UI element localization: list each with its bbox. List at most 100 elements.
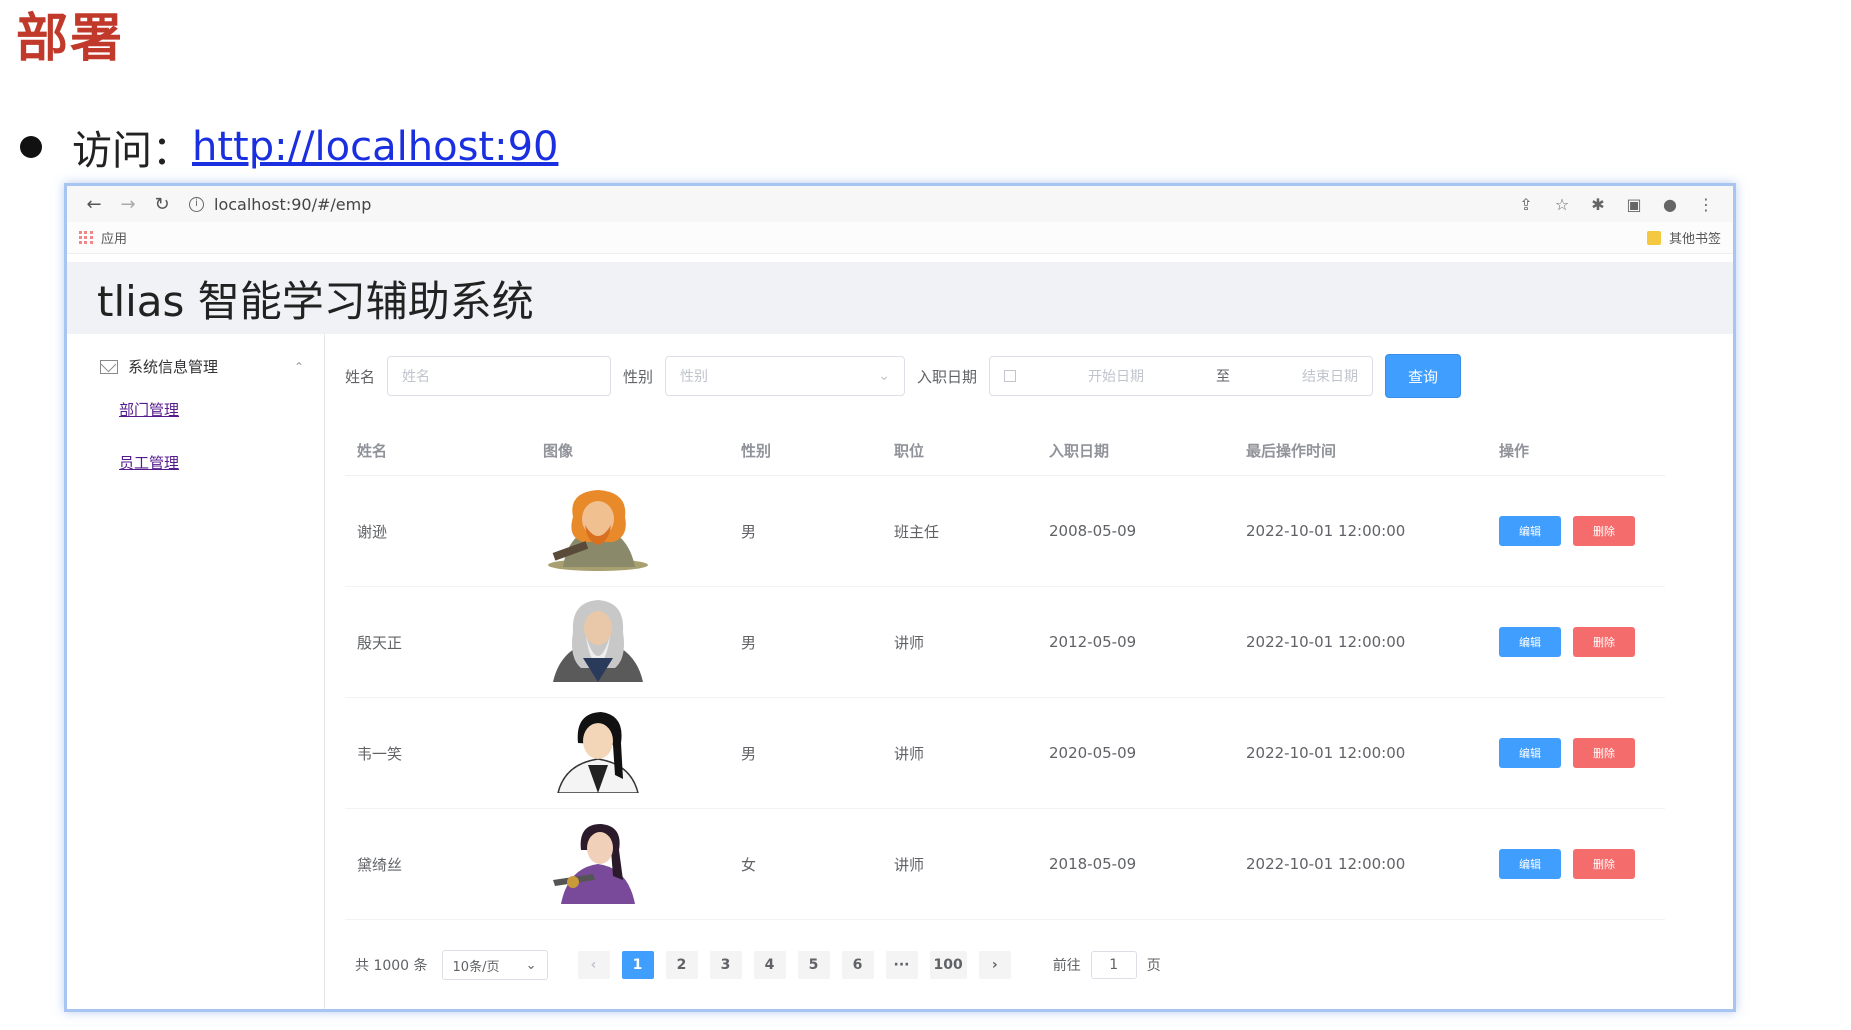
- header-ops: 操作: [1499, 442, 1530, 460]
- other-bookmarks[interactable]: 其他书签: [1646, 228, 1721, 247]
- back-arrow-icon[interactable]: ←: [77, 194, 111, 215]
- cell-gender: 男: [741, 522, 757, 541]
- page-size-value: 10条/页: [452, 959, 500, 975]
- cell-ops: 编辑 删除: [1499, 849, 1665, 879]
- header-job: 职位: [894, 442, 925, 460]
- end-date-placeholder[interactable]: 结束日期: [1302, 366, 1358, 386]
- cell-name: 韦一笑: [357, 744, 403, 763]
- header-update-time: 最后操作时间: [1246, 442, 1337, 460]
- page-button-4[interactable]: 4: [753, 951, 786, 979]
- share-icon[interactable]: ⇪: [1517, 195, 1535, 214]
- cell-gender: 男: [741, 744, 757, 763]
- gender-filter-label: 性别: [623, 367, 654, 386]
- url-text[interactable]: localhost:90/#/emp: [214, 195, 371, 214]
- goto-label: 前往: [1052, 958, 1081, 974]
- start-date-placeholder[interactable]: 开始日期: [1088, 366, 1144, 386]
- localhost-link[interactable]: http://localhost:90: [192, 124, 558, 170]
- menu-group-system[interactable]: 系统信息管理 ⌃: [67, 350, 324, 383]
- edit-button[interactable]: 编辑: [1499, 738, 1561, 768]
- delete-button[interactable]: 删除: [1573, 627, 1635, 657]
- name-placeholder: 姓名: [402, 369, 431, 385]
- delete-button[interactable]: 删除: [1573, 738, 1635, 768]
- table-row: 韦一笑 男 讲师 2020-05-09 2022-10-01 12:00:00 …: [345, 698, 1665, 809]
- header-gender: 性别: [741, 442, 772, 460]
- apps-bookmark[interactable]: 应用: [79, 228, 127, 247]
- entry-date-filter-label: 入职日期: [917, 367, 978, 386]
- page-button-3[interactable]: 3: [709, 951, 742, 979]
- chevron-up-icon: ⌃: [293, 359, 304, 374]
- app-title: tlias 智能学习辅助系统: [97, 276, 534, 326]
- cell-entry-date: 2008-05-09: [1049, 522, 1137, 540]
- apps-label: 应用: [101, 232, 128, 247]
- chevron-down-icon: ⌄: [878, 368, 891, 384]
- sidebar-item-dept[interactable]: 部门管理: [67, 383, 324, 436]
- name-input[interactable]: 姓名: [387, 356, 612, 396]
- page-jump: 前往 1 页: [1053, 951, 1161, 979]
- page-button-1[interactable]: 1: [621, 951, 654, 979]
- browser-window: ← → ↻ i localhost:90/#/emp ⇪ ☆ ✱ ▣ ● ⋮ 应…: [64, 183, 1736, 1012]
- prev-page-button[interactable]: ‹: [577, 951, 610, 979]
- page-button-5[interactable]: 5: [797, 951, 830, 979]
- date-range-picker[interactable]: 开始日期 至 结束日期: [989, 356, 1374, 396]
- next-page-button[interactable]: ›: [978, 951, 1011, 979]
- bullet-dot: [20, 136, 42, 158]
- sidepanel-icon[interactable]: ▣: [1625, 195, 1643, 214]
- edit-button[interactable]: 编辑: [1499, 849, 1561, 879]
- url-field[interactable]: i localhost:90/#/emp: [189, 195, 1517, 214]
- extensions-icon[interactable]: ✱: [1589, 195, 1607, 214]
- browser-toolbar: ⇪ ☆ ✱ ▣ ● ⋮: [1517, 195, 1723, 214]
- calendar-icon: [1004, 370, 1017, 382]
- goto-suffix: 页: [1146, 958, 1161, 974]
- app-body: 系统信息管理 ⌃ 部门管理 员工管理 姓名 姓名 性别 性别 ⌄ 入职日期 开始…: [67, 334, 1733, 1009]
- filter-form: 姓名 姓名 性别 性别 ⌄ 入职日期 开始日期 至 结束日期 查询: [345, 354, 1715, 398]
- bullet-line: 访问： http://localhost:90: [20, 118, 558, 176]
- query-button[interactable]: 查询: [1385, 354, 1462, 398]
- table-row: 殷天正 男 讲师 2012-05-09 2022-10-01 12:00:00 …: [345, 587, 1665, 698]
- table-row: 谢逊 男 班主任 2008-05-09 2022-10-01 12:00:00 …: [345, 476, 1665, 587]
- cell-name: 殷天正: [357, 633, 403, 652]
- page-button-6[interactable]: 6: [841, 951, 874, 979]
- table-header: 姓名 图像 性别 职位 入职日期 最后操作时间 操作: [345, 426, 1665, 476]
- bullet-label: 访问：: [72, 128, 192, 174]
- folder-icon: [1646, 230, 1661, 245]
- page-ellipsis-button[interactable]: ···: [885, 951, 918, 979]
- apps-grid-icon: [79, 230, 93, 245]
- cell-job: 讲师: [894, 744, 925, 763]
- page-button-2[interactable]: 2: [665, 951, 698, 979]
- cell-update-time: 2022-10-01 12:00:00: [1246, 522, 1406, 540]
- cell-entry-date: 2020-05-09: [1049, 744, 1137, 762]
- sidebar: 系统信息管理 ⌃ 部门管理 员工管理: [67, 334, 325, 1009]
- pagination: 共 1000 条 10条/页 ⌄ ‹ 1 2 3 4 5 6 ··· 100 ›…: [345, 950, 1715, 980]
- edit-button[interactable]: 编辑: [1499, 627, 1561, 657]
- cell-job: 讲师: [894, 855, 925, 874]
- avatar-black-haired-man: [557, 712, 639, 794]
- other-bookmarks-label: 其他书签: [1668, 232, 1721, 247]
- star-icon[interactable]: ☆: [1553, 195, 1571, 214]
- cell-ops: 编辑 删除: [1499, 516, 1665, 546]
- forward-arrow-icon[interactable]: →: [111, 194, 145, 215]
- delete-button[interactable]: 删除: [1573, 849, 1635, 879]
- cell-update-time: 2022-10-01 12:00:00: [1246, 855, 1406, 873]
- avatar-grey-haired-elder: [553, 600, 643, 682]
- header-name: 姓名: [357, 442, 388, 460]
- cell-update-time: 2022-10-01 12:00:00: [1246, 633, 1406, 651]
- edit-button[interactable]: 编辑: [1499, 516, 1561, 546]
- header-image: 图像: [543, 442, 574, 460]
- goto-page-input[interactable]: 1: [1090, 951, 1137, 979]
- gender-select[interactable]: 性别 ⌄: [665, 356, 906, 396]
- sidebar-item-emp[interactable]: 员工管理: [67, 436, 324, 489]
- sidebar-item-label[interactable]: 部门管理: [119, 401, 179, 419]
- page-size-select[interactable]: 10条/页 ⌄: [441, 950, 548, 980]
- profile-icon[interactable]: ●: [1661, 195, 1679, 214]
- reload-icon[interactable]: ↻: [145, 194, 179, 215]
- app-header: tlias 智能学习辅助系统: [67, 262, 1733, 334]
- employee-table: 姓名 图像 性别 职位 入职日期 最后操作时间 操作 谢逊 男 班主任 2008…: [345, 426, 1665, 920]
- cell-job: 讲师: [894, 633, 925, 652]
- delete-button[interactable]: 删除: [1573, 516, 1635, 546]
- info-icon[interactable]: i: [189, 196, 204, 212]
- sidebar-item-label[interactable]: 员工管理: [119, 454, 179, 472]
- page-button-100[interactable]: 100: [929, 951, 967, 979]
- more-menu-icon[interactable]: ⋮: [1697, 195, 1715, 214]
- menu-group-label: 系统信息管理: [128, 358, 219, 376]
- cell-name: 黛绮丝: [357, 855, 403, 874]
